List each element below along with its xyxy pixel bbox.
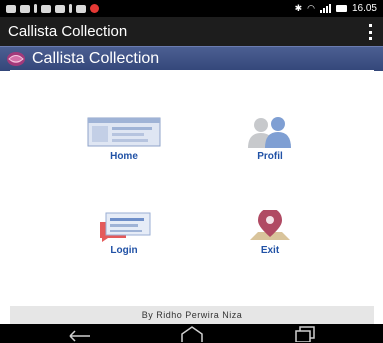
exit-label: Exit — [260, 245, 280, 256]
home-button[interactable]: Home — [64, 116, 184, 176]
profile-users-icon — [248, 117, 291, 148]
download-icon — [34, 4, 37, 13]
app-notification-icon — [90, 4, 99, 13]
overflow-menu-icon[interactable] — [367, 24, 373, 40]
callista-logo-icon — [7, 52, 25, 66]
notification-icon — [41, 4, 51, 13]
status-time: 16.05 — [351, 3, 377, 14]
home-nav-icon[interactable] — [172, 326, 212, 342]
back-icon[interactable] — [60, 326, 100, 342]
footer-credit: By Ridho Perwira Niza — [10, 306, 374, 324]
home-label: Home — [110, 151, 138, 162]
profil-button[interactable]: Profil — [210, 116, 330, 176]
app-title: Callista Collection — [8, 23, 128, 40]
login-button[interactable]: Login — [64, 210, 184, 270]
login-chat-icon — [100, 212, 151, 242]
notification-icon — [6, 4, 16, 13]
map-pin-icon — [250, 210, 290, 240]
status-right: ✱ ◠ 16.05 — [295, 2, 377, 15]
notification-icon — [20, 4, 30, 13]
system-nav-bar — [0, 324, 383, 343]
battery-icon — [335, 5, 347, 12]
app-bar: Callista Collection — [0, 17, 383, 46]
banner-title: Callista Collection — [32, 50, 160, 67]
login-label: Login — [110, 245, 138, 256]
exit-button[interactable]: Exit — [210, 210, 330, 270]
main-menu: Home Profil Login Exit — [10, 70, 374, 306]
profil-label: Profil — [257, 151, 283, 162]
recent-apps-icon[interactable] — [284, 326, 324, 342]
home-icon — [87, 117, 161, 147]
bluetooth-icon: ✱ — [294, 3, 303, 13]
notification-icon — [55, 4, 65, 13]
download-icon — [69, 4, 72, 13]
signal-icon — [319, 4, 331, 13]
notification-icon — [76, 4, 86, 13]
header-banner: Callista Collection — [0, 46, 383, 71]
wifi-icon: ◠ — [307, 3, 315, 13]
status-bar: ✱ ◠ 16.05 — [0, 0, 383, 17]
notification-icons — [6, 2, 99, 15]
